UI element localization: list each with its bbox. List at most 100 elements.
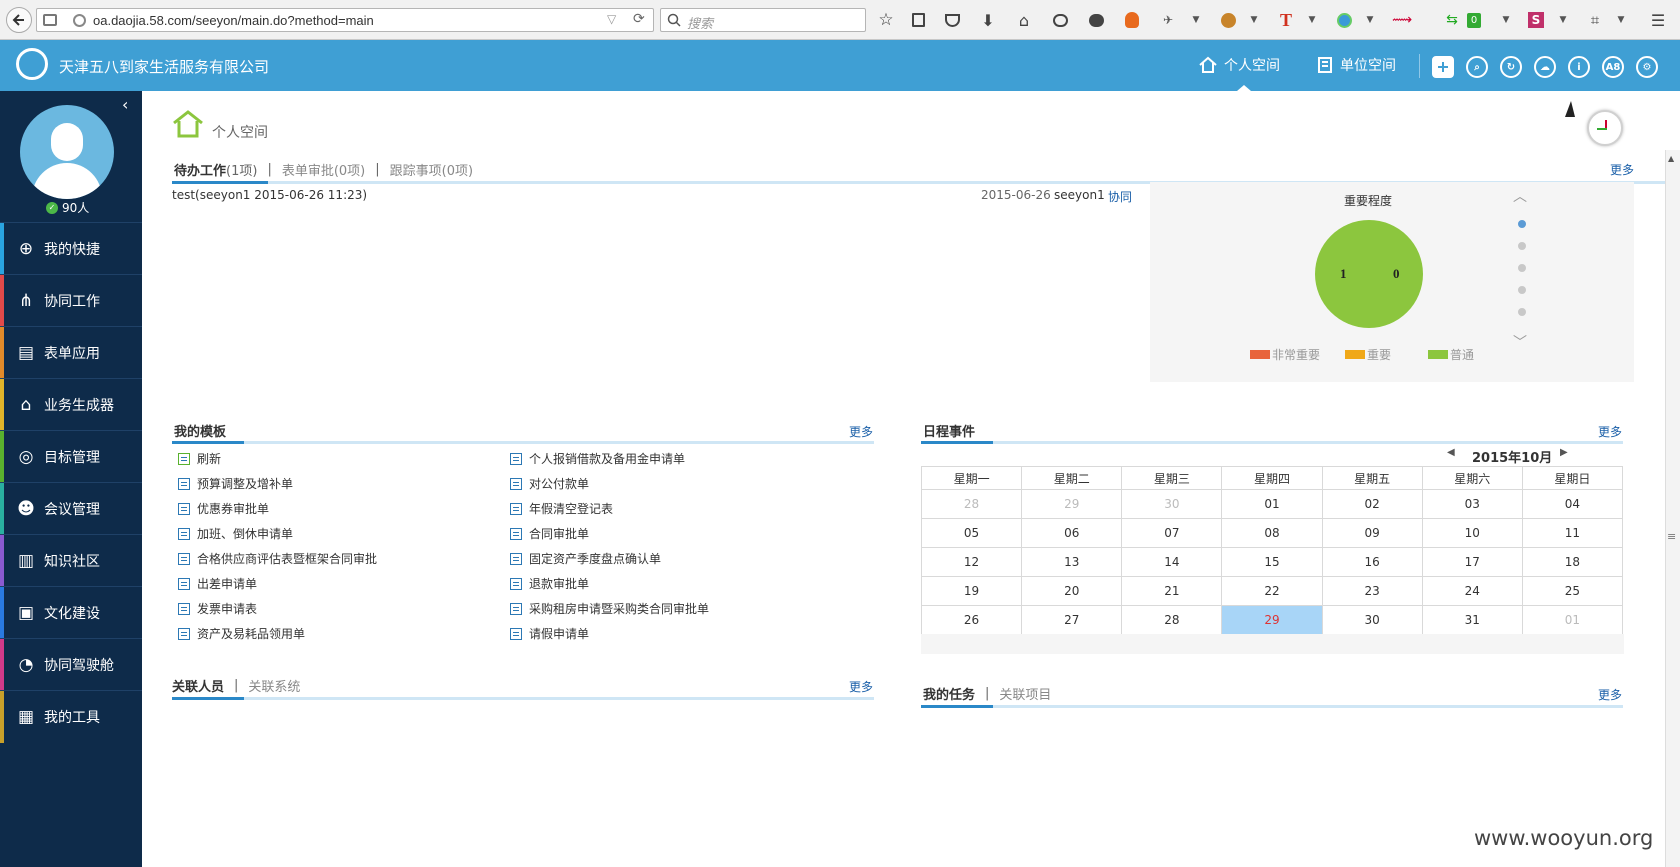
sidebar-item-3[interactable]: ⌂ 业务生成器 [0, 378, 142, 431]
search-input[interactable]: 搜索 [660, 8, 866, 32]
carousel-dot[interactable] [1518, 264, 1526, 272]
calendar-day[interactable]: 05 [920, 518, 1023, 548]
template-item[interactable]: 年假清空登记表 [510, 500, 613, 517]
sidebar-item-9[interactable]: ▦ 我的工具 [0, 690, 142, 743]
template-item[interactable]: 对公付款单 [510, 475, 589, 492]
calendar-day[interactable]: 29 [1221, 605, 1323, 635]
carousel-dot[interactable] [1518, 308, 1526, 316]
template-item[interactable]: 发票申请表 [178, 600, 257, 617]
calendar-day[interactable]: 27 [1021, 605, 1123, 635]
scroll-up-icon[interactable]: ▲ [1668, 154, 1674, 163]
chat-icon[interactable] [1050, 10, 1070, 30]
related-more-link[interactable]: 更多 [849, 678, 873, 695]
calendar-day[interactable]: 16 [1321, 547, 1423, 577]
carousel-dot-active[interactable] [1518, 220, 1526, 228]
sidebar-item-4[interactable]: ◎ 目标管理 [0, 430, 142, 483]
sidebar-item-7[interactable]: ▣ 文化建设 [0, 586, 142, 639]
message-icon[interactable] [1086, 10, 1106, 30]
pending-item-type[interactable]: 协同 [1108, 188, 1132, 205]
arrows-addon-icon[interactable]: ⇆ [1442, 10, 1462, 30]
page-scrollbar[interactable] [1665, 150, 1680, 867]
carousel-dot[interactable] [1518, 286, 1526, 294]
url-bar[interactable]: oa.daojia.58.com/seeyon/main.do?method=m… [36, 8, 654, 32]
template-item[interactable]: 请假申请单 [510, 625, 589, 642]
calendar-day[interactable]: 13 [1021, 547, 1123, 577]
tab-tracking[interactable]: 跟踪事项(0项) [390, 160, 473, 179]
calendar-day[interactable]: 20 [1021, 576, 1123, 606]
download-icon[interactable]: ⬇ [978, 10, 998, 30]
tasks-more-link[interactable]: 更多 [1598, 686, 1622, 703]
settings-icon[interactable]: ⚙ [1636, 56, 1658, 78]
template-item[interactable]: 资产及易耗品领用单 [178, 625, 305, 642]
s-addon-icon[interactable]: S [1526, 10, 1546, 30]
addon-menu-icon[interactable]: ▼ [1302, 10, 1322, 30]
nav-unit-space[interactable]: 单位空间 [1316, 55, 1396, 75]
calendar-day[interactable]: 01 [1221, 489, 1323, 519]
sidebar-item-1[interactable]: ⋔ 协同工作 [0, 274, 142, 327]
calendar-day[interactable]: 28 [920, 489, 1023, 519]
tab-related-systems[interactable]: 关联系统 [248, 676, 300, 695]
calendar-day[interactable]: 23 [1321, 576, 1423, 606]
calendar-day[interactable]: 10 [1421, 518, 1523, 548]
info-icon[interactable]: i [1568, 56, 1590, 78]
graph-addon-icon[interactable]: ⟿ [1392, 10, 1412, 30]
home-icon[interactable]: ⌂ [1014, 10, 1034, 30]
calendar-day[interactable]: 19 [920, 576, 1023, 606]
tab-form-approval[interactable]: 表单审批(0项) [282, 160, 365, 179]
template-item[interactable]: 预算调整及增补单 [178, 475, 293, 492]
tab-pending[interactable]: 待办工作(1项) [174, 160, 257, 179]
addon-menu-icon[interactable]: ▼ [1553, 10, 1573, 30]
sidebar-item-2[interactable]: ▤ 表单应用 [0, 326, 142, 379]
counter-addon-icon[interactable]: 0 [1464, 10, 1484, 30]
nav-personal-space[interactable]: 个人空间 [1198, 55, 1280, 75]
calendar-day[interactable]: 01 [1521, 605, 1624, 635]
template-item[interactable]: 采购租房申请暨采购类合同审批单 [510, 600, 709, 617]
search-icon[interactable]: ⌕ [1466, 56, 1488, 78]
template-item[interactable]: 合同审批单 [510, 525, 589, 542]
a8-icon[interactable]: A8 [1602, 56, 1624, 78]
text-addon-icon[interactable]: T [1276, 10, 1296, 30]
tab-related-people[interactable]: 关联人员 [172, 676, 224, 695]
calendar-day[interactable]: 09 [1321, 518, 1423, 548]
cloud-icon[interactable]: ☁ [1534, 56, 1556, 78]
tab-related-projects[interactable]: 关联项目 [999, 684, 1051, 703]
addon-menu-icon[interactable]: ▼ [1186, 10, 1206, 30]
calendar-day[interactable]: 28 [1121, 605, 1223, 635]
grid-icon[interactable] [1432, 56, 1454, 78]
calendar-day[interactable]: 11 [1521, 518, 1624, 548]
pending-more-link[interactable]: 更多 [1610, 161, 1634, 178]
template-item[interactable]: 退款审批单 [510, 575, 589, 592]
prev-month-icon[interactable]: ◀ [1447, 447, 1455, 458]
refresh-icon[interactable]: ↻ [1500, 56, 1522, 78]
sidebar-item-6[interactable]: ▥ 知识社区 [0, 534, 142, 587]
templates-more-link[interactable]: 更多 [849, 423, 873, 440]
reload-icon[interactable]: ⟳ [633, 11, 645, 27]
template-item[interactable]: 个人报销借款及备用金申请单 [510, 450, 685, 467]
clock-widget[interactable] [1587, 110, 1623, 146]
calendar-day[interactable]: 07 [1121, 518, 1223, 548]
collapse-chevron-icon[interactable]: ‹ [122, 95, 128, 114]
bookmark-star-icon[interactable]: ☆ [876, 10, 896, 30]
pocket-icon[interactable] [942, 10, 962, 30]
calendar-day[interactable]: 02 [1321, 489, 1423, 519]
template-item[interactable]: 合格供应商评估表暨框架合同审批 [178, 550, 377, 567]
monkey-addon-icon[interactable] [1218, 10, 1238, 30]
template-item[interactable]: 刷新 [178, 450, 221, 467]
addon-menu-icon[interactable]: ▼ [1360, 10, 1380, 30]
calendar-day[interactable]: 29 [1021, 489, 1123, 519]
chevron-up-icon[interactable]: ︿ [1513, 186, 1527, 206]
addon-menu-icon[interactable]: ▼ [1244, 10, 1264, 30]
calendar-day[interactable]: 30 [1121, 489, 1223, 519]
back-button[interactable] [6, 7, 32, 33]
schedule-more-link[interactable]: 更多 [1598, 423, 1622, 440]
pending-item-subject[interactable]: test(seeyon1 2015-06-26 11:23) [172, 188, 367, 202]
calendar-day[interactable]: 06 [1021, 518, 1123, 548]
calendar-day[interactable]: 18 [1521, 547, 1624, 577]
dropdown-icon[interactable]: ▽ [607, 12, 616, 26]
next-month-icon[interactable]: ▶ [1560, 447, 1568, 458]
calendar-day[interactable]: 26 [920, 605, 1023, 635]
tab-my-tasks[interactable]: 我的任务 [923, 684, 975, 703]
calendar-day[interactable]: 31 [1421, 605, 1523, 635]
calendar-day[interactable]: 21 [1121, 576, 1223, 606]
earth-addon-icon[interactable] [1334, 10, 1354, 30]
